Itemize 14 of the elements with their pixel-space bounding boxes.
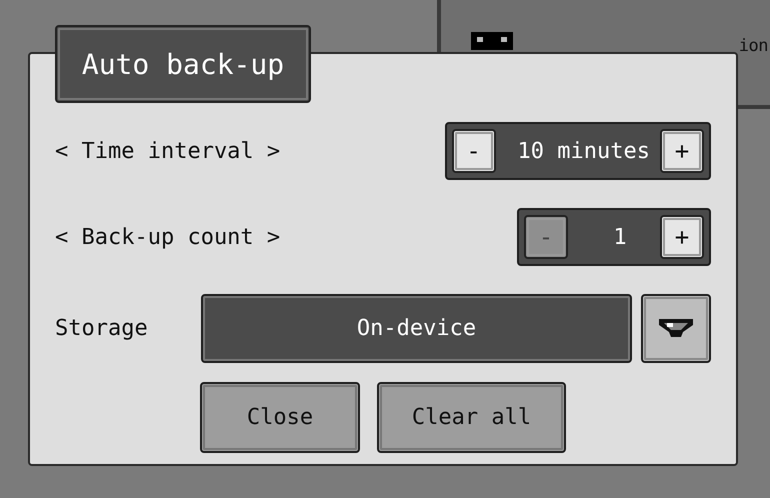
setting-label: Storage — [55, 316, 149, 341]
increment-button[interactable]: + — [660, 215, 704, 259]
setting-label: ion — [738, 36, 768, 56]
dialog-title: Auto back-up — [55, 25, 311, 103]
storage-select[interactable]: On-device — [201, 294, 632, 363]
stepper-value: 10 minutes — [516, 138, 651, 164]
dropdown-button[interactable] — [641, 294, 711, 363]
increment-button[interactable]: + — [660, 129, 704, 173]
setting-label: < Time interval > — [55, 138, 280, 164]
decrement-button[interactable]: - — [452, 129, 496, 173]
dialog-button[interactable]: Clear all — [377, 382, 566, 453]
setting-label: < Back-up count > — [55, 224, 280, 250]
stepper-value: 1 — [612, 224, 628, 250]
dialog-button[interactable]: Close — [200, 382, 360, 453]
